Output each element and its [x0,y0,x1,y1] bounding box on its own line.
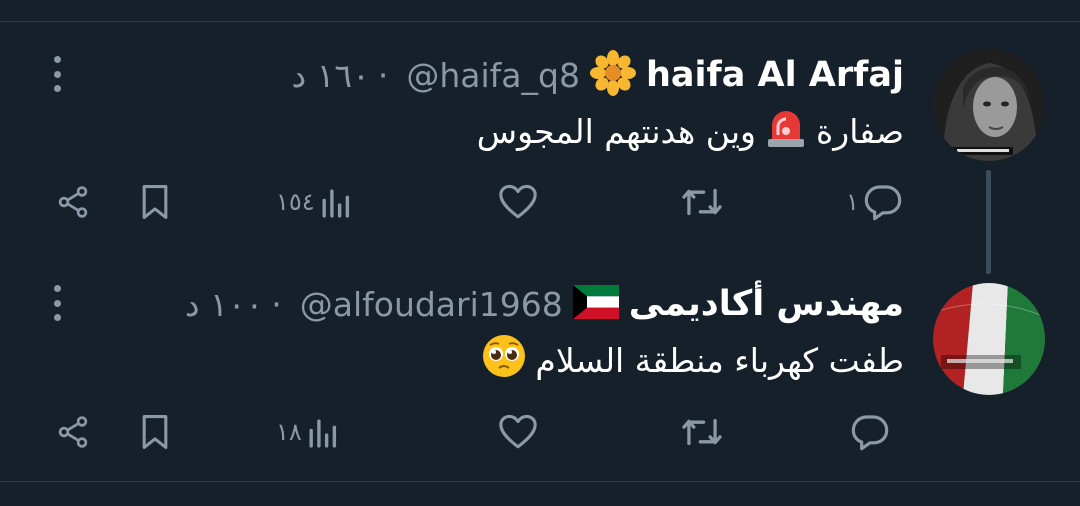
like-button[interactable] [494,177,538,227]
share-icon [58,186,88,218]
views-icon [322,189,349,218]
avatar[interactable] [933,283,1045,395]
tweet-thread: haifa Al Arfaj @haifa_q8 · ١٦٠ د صفارة و… [0,0,1080,506]
retweet-icon [682,418,722,446]
user-handle[interactable]: @haifa_q8 [406,56,580,95]
timestamp[interactable]: ١٠٠ د [185,285,263,324]
views-button[interactable]: ١٨ [276,407,338,457]
tweet-actions: ١٨ [0,407,1080,457]
bookmark-icon [142,414,168,449]
tweet-actions: ١٥٤ ١ [0,177,1080,227]
retweet-button[interactable] [676,177,724,227]
flower-emoji-icon [589,50,636,100]
tweet-header: haifa Al Arfaj @haifa_q8 · ١٦٠ د [292,50,904,100]
bookmark-button[interactable] [138,177,172,227]
tweet-text-part: صفارة [816,111,904,151]
tweet-text: طفت كهرباء منطقة السلام [473,335,904,385]
reply-button[interactable]: ١ [846,177,903,227]
tweet-text-part: طفت كهرباء منطقة السلام [535,340,904,380]
bookmark-icon [142,185,168,219]
heart-icon [499,414,537,449]
retweet-button[interactable] [676,407,724,457]
replies-count: ١ [846,188,859,216]
tweet-text-part: وين هدنتهم المجوس [476,111,756,151]
kuwait-flag-icon [572,285,619,323]
divider [0,481,1080,482]
more-options-icon[interactable] [52,285,62,321]
tweet-text: صفارة وين هدنتهم المجوس [477,106,904,156]
views-count: ١٨ [276,418,302,446]
avatar[interactable] [933,49,1045,161]
separator-dot: · [271,284,282,324]
views-button[interactable]: ١٥٤ [276,177,351,227]
siren-emoji-icon [764,105,808,157]
reply-button[interactable] [846,407,890,457]
more-options-icon[interactable] [52,56,62,92]
display-name[interactable]: مهندس أكاديمى [629,284,904,324]
pleading-face-icon [481,333,527,387]
user-handle[interactable]: @alfoudari1968 [300,285,563,324]
views-count: ١٥٤ [276,188,315,216]
bookmark-button[interactable] [138,407,172,457]
reply-icon [851,415,889,451]
separator-dot: · [377,55,389,95]
reply-icon [864,185,902,221]
tweet-header: مهندس أكاديمى @alfoudari1968 · ١٠٠ د [185,279,904,329]
views-icon [309,419,336,448]
display-name[interactable]: haifa Al Arfaj [646,55,904,95]
heart-icon [499,184,537,219]
retweet-icon [682,188,722,216]
timestamp[interactable]: ١٦٠ د [292,56,370,95]
divider [0,21,1080,22]
like-button[interactable] [494,407,538,457]
share-icon [58,416,88,448]
share-button[interactable] [55,177,91,227]
share-button[interactable] [55,407,91,457]
